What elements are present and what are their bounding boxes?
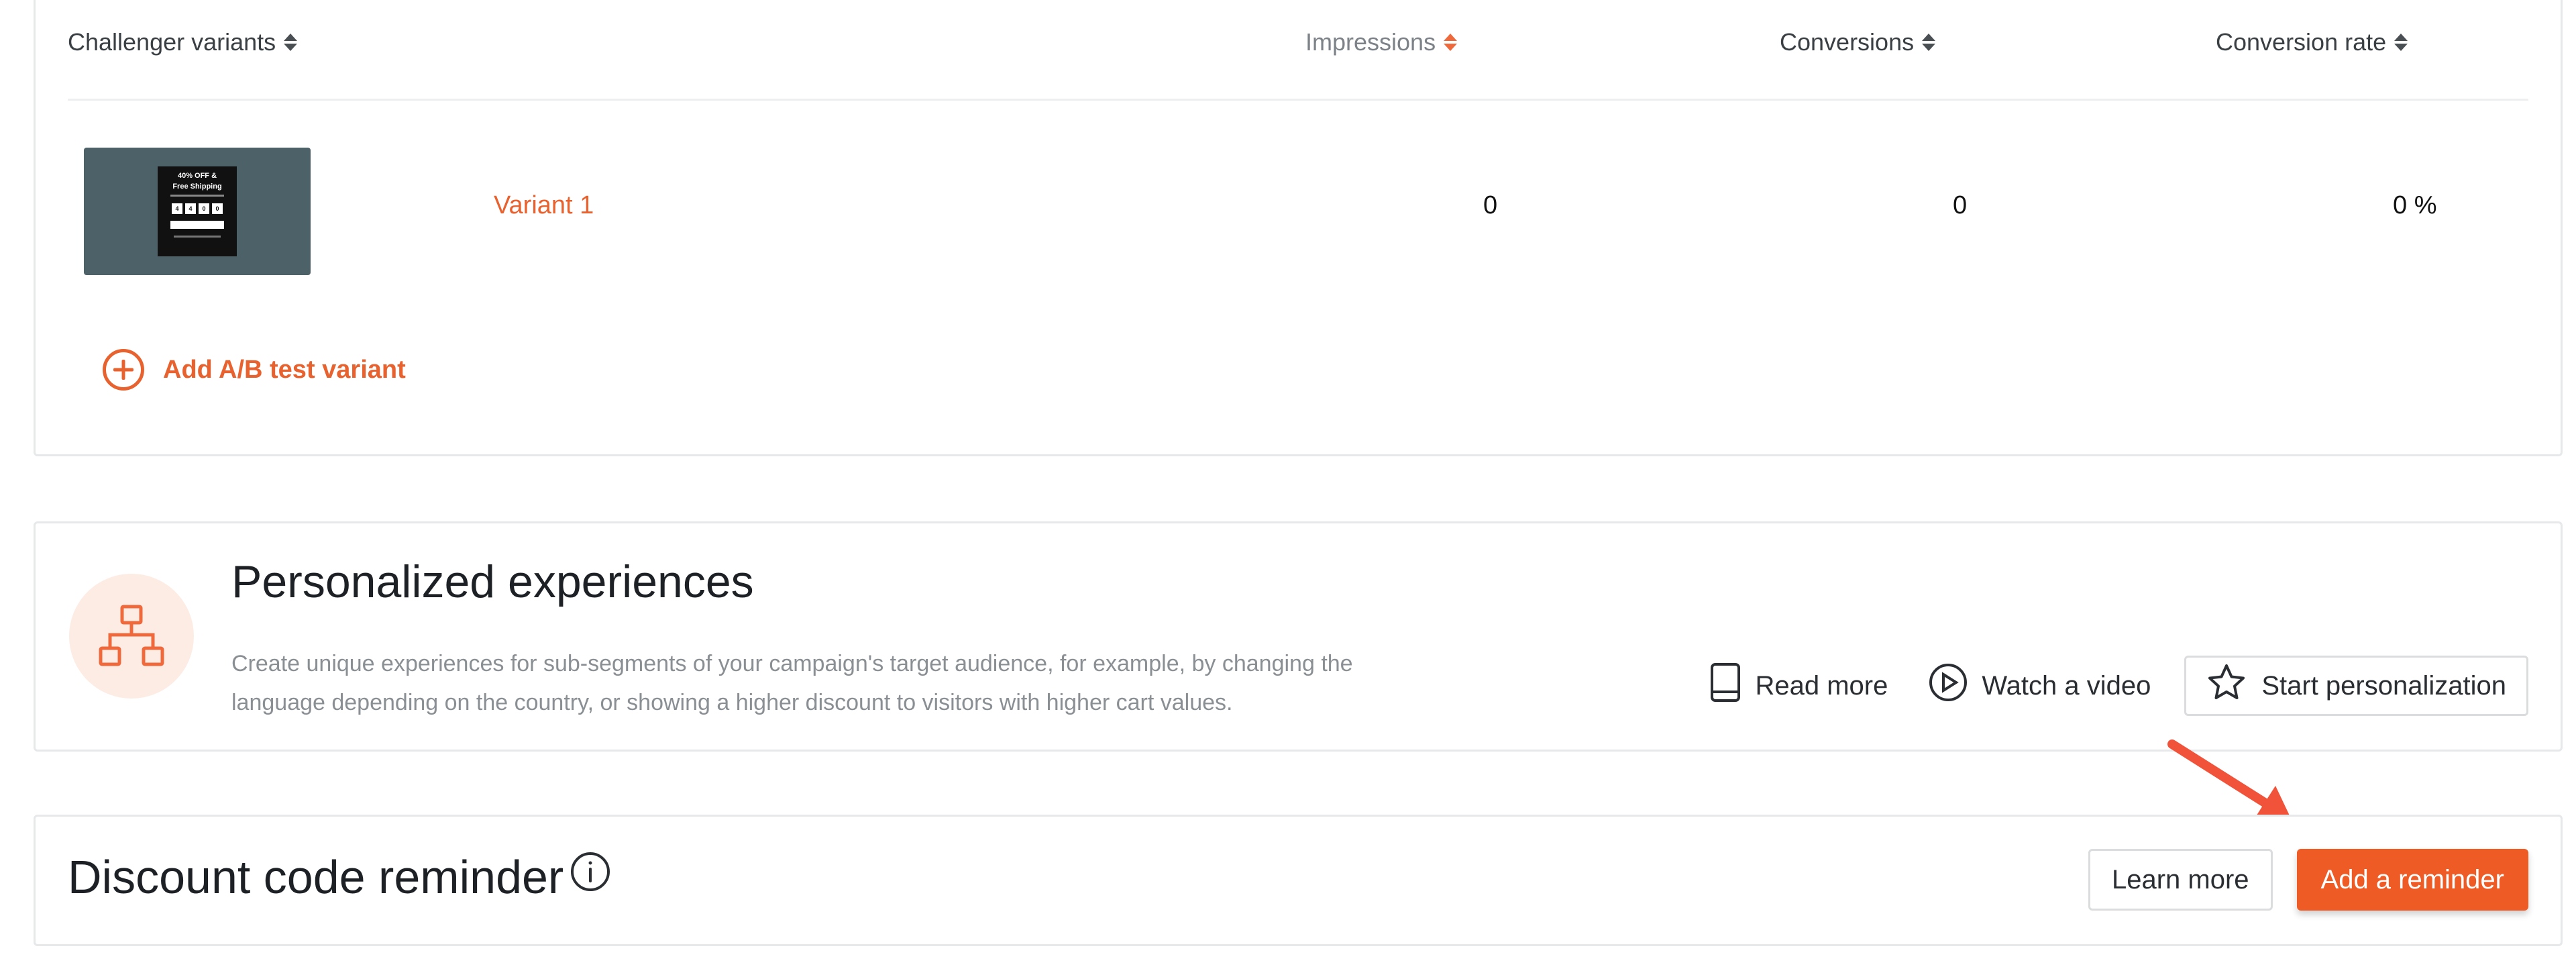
header-conversion-rate[interactable]: Conversion rate [2216,27,2408,58]
sitemap-icon [69,574,194,699]
add-ab-test-variant-button[interactable]: Add A/B test variant [103,349,406,391]
discount-reminder-title: Discount code reminder [68,850,612,904]
personalized-description: Create unique experiences for sub-segmen… [231,651,1353,715]
variant-1-conversion-rate: 0 % [2393,191,2437,219]
learn-more-button[interactable]: Learn more [2088,849,2273,911]
variant-thumbnail[interactable]: 40% OFF & Free Shipping 4 4 0 0 [84,148,311,275]
countdown-digit: 0 [215,205,219,212]
discount-code-reminder-card: Discount code reminder Learn more Add a … [34,815,2563,946]
variant-1-link[interactable]: Variant 1 [494,191,594,220]
thumbnail-title-line1: 40% OFF & [177,172,217,180]
header-label: Conversions [1780,28,1915,56]
thumbnail-footer-bar [174,236,221,238]
info-icon[interactable] [569,850,612,904]
countdown-digit: 0 [202,205,206,212]
header-conversions[interactable]: Conversions [1780,27,1936,58]
thumbnail-popup-preview: 40% OFF & Free Shipping 4 4 0 0 [158,166,237,256]
sort-icon[interactable] [284,34,298,51]
sort-icon[interactable] [1922,34,1936,51]
header-label: Impressions [1305,28,1436,56]
watch-video-label: Watch a video [1982,670,2151,701]
ab-variants-card: Challenger variants Impressions Conversi… [34,0,2563,456]
thumbnail-countdown: 4 4 0 0 [172,203,223,214]
countdown-digit: 4 [189,205,193,212]
variant-1-impressions: 0 [1483,191,1498,219]
thumbnail-subtitle-bar [170,195,224,197]
watch-video-link[interactable]: Watch a video [1908,656,2171,716]
discount-reminder-title-text: Discount code reminder [68,851,564,903]
table-divider [68,99,2528,101]
header-label: Challenger variants [68,28,276,56]
personalized-experiences-card: Personalized experiences Create unique e… [34,521,2563,752]
play-circle-icon [1928,662,1968,709]
start-personalization-label: Start personalization [2261,670,2506,701]
plus-circle-icon [103,349,144,391]
personalized-title: Personalized experiences [231,556,754,607]
header-label: Conversion rate [2216,28,2387,56]
read-more-link[interactable]: Read more [1689,656,1908,716]
add-variant-label: Add A/B test variant [163,355,406,384]
thumbnail-button [170,221,224,229]
star-icon [2206,663,2247,709]
countdown-digit: 4 [175,205,179,212]
personalized-actions: Read more Watch a video Start personaliz… [1689,656,2528,716]
discount-reminder-actions: Learn more Add a reminder [2088,849,2528,911]
read-more-label: Read more [1755,670,1888,701]
book-icon [1709,662,1741,709]
header-impressions[interactable]: Impressions [1305,27,1458,58]
sort-icon[interactable] [2394,34,2408,51]
header-challenger-variants[interactable]: Challenger variants [68,27,298,58]
start-personalization-button[interactable]: Start personalization [2184,656,2528,716]
sort-active-icon[interactable] [1444,34,1458,51]
add-reminder-button[interactable]: Add a reminder [2296,849,2528,911]
thumbnail-title-line2: Free Shipping [172,183,222,191]
variant-1-conversions: 0 [1953,191,1968,219]
